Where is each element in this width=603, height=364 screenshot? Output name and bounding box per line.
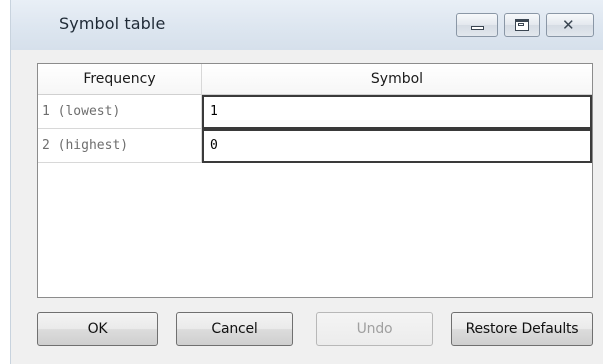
frequency-cell: 1 (lowest) — [38, 95, 202, 129]
column-header-frequency[interactable]: Frequency — [38, 64, 202, 95]
undo-button[interactable]: Undo — [316, 312, 433, 346]
symbol-input[interactable]: 1 — [202, 95, 592, 129]
symbol-input[interactable]: 0 — [202, 129, 592, 163]
maximize-button[interactable] — [504, 13, 540, 37]
column-header-symbol[interactable]: Symbol — [202, 64, 592, 95]
symbol-table: Frequency Symbol 1 (lowest) 1 2 (highest… — [37, 63, 593, 298]
close-icon: ✕ — [562, 16, 575, 34]
maximize-icon — [515, 19, 529, 31]
symbol-table-window: Symbol table ✕ Frequency Symbol 1 (lowes… — [10, 0, 603, 364]
window-title: Symbol table — [59, 14, 166, 33]
close-button[interactable]: ✕ — [546, 13, 594, 37]
frequency-cell: 2 (highest) — [38, 129, 202, 163]
minimize-button[interactable] — [456, 13, 498, 37]
restore-defaults-button[interactable]: Restore Defaults — [451, 312, 593, 346]
title-bar[interactable]: Symbol table ✕ — [11, 0, 603, 50]
cancel-button[interactable]: Cancel — [176, 312, 293, 346]
minimize-icon — [471, 26, 484, 30]
ok-button[interactable]: OK — [37, 312, 158, 346]
